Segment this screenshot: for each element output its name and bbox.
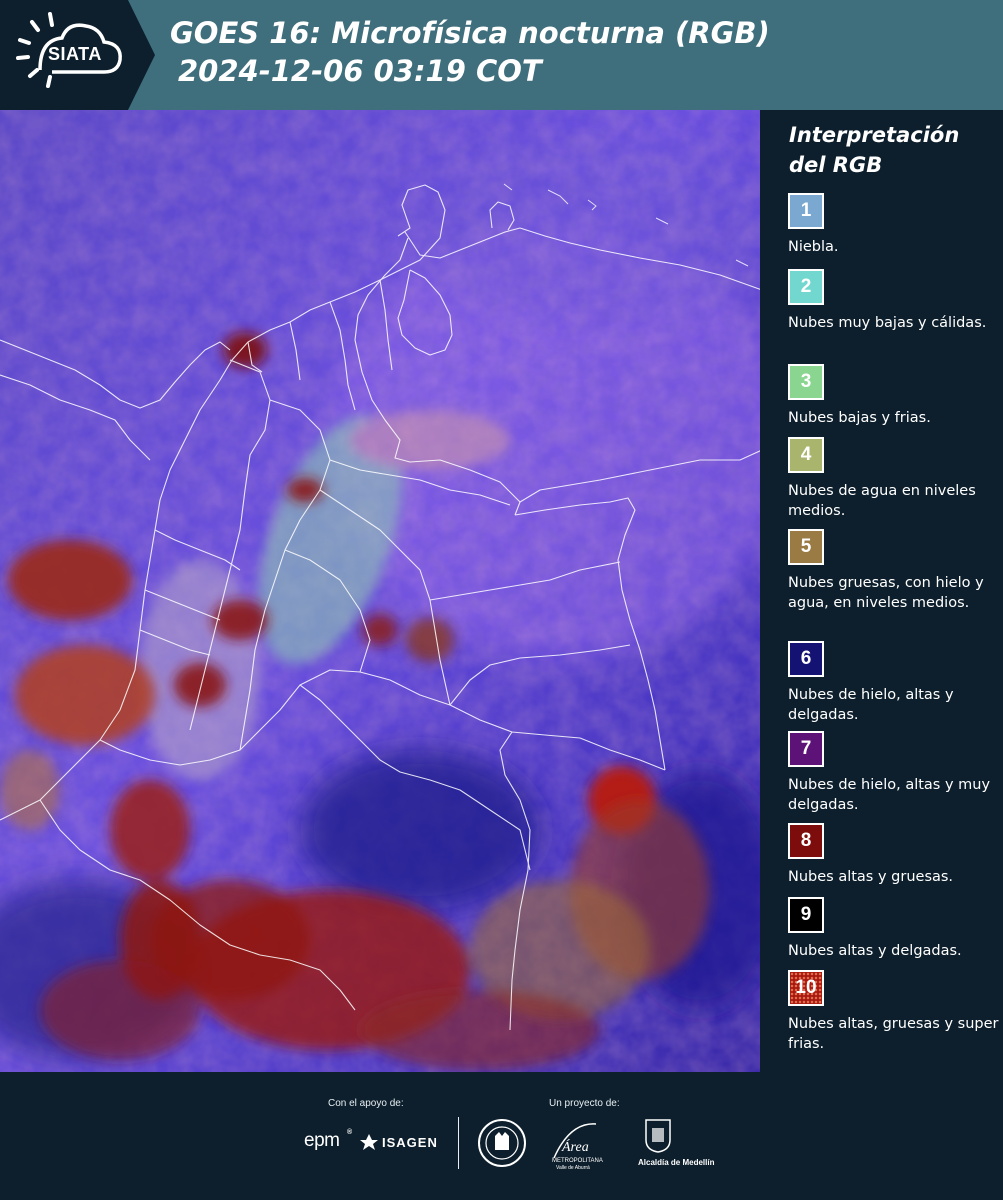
legend-item-3: 3 Nubes bajas y frias. [788,364,1000,428]
legend-swatch: 9 [788,897,824,933]
area-logo-text: Área [562,1140,589,1155]
legend-label: Niebla. [788,239,839,255]
legend-swatch: 7 [788,731,824,767]
footer: Con el apoyo de: Un proyecto de: epm ® I… [0,1072,1003,1200]
legend-item-7: 7 Nubes de hielo, altas y muy delgadas. [788,731,1000,815]
legend-item-10: 10 Nubes altas, gruesas y super frias. [788,970,1000,1054]
legend-item-5: 5 Nubes gruesas, con hielo y agua, en ni… [788,529,1000,613]
legend-label: Nubes altas y delgadas. [788,943,962,959]
legend-item-1: 1 Niebla. [788,193,1000,257]
title-product: GOES 16: Microfísica nocturna (RGB) [170,16,770,50]
legend-item-9: 9 Nubes altas y delgadas. [788,897,1000,961]
legend-label: Nubes altas y gruesas. [788,869,954,885]
legend-label: Nubes de hielo, altas y muy delgadas. [788,777,991,813]
alcaldia-text: Alcaldía de Medellín [638,1158,715,1167]
project-caption: Un proyecto de: [549,1098,620,1109]
area-logo-sub2: Valle de Aburrá [556,1165,590,1171]
legend-item-4: 4 Nubes de agua en niveles medios. [788,437,1000,521]
legend-swatch: 3 [788,364,824,400]
isagen-logo: ISAGEN [382,1135,438,1150]
university-seal-icon [478,1119,526,1167]
siata-logo: SIATA [0,0,155,110]
legend-title-line1: Interpretación [789,123,960,147]
epm-logo: epm [304,1130,340,1151]
legend-swatch: 5 [788,529,824,565]
legend-item-2: 2 Nubes muy bajas y cálidas. [788,269,1000,333]
footer-divider [458,1117,459,1169]
legend-title-line2: del RGB [789,153,883,177]
legend-swatch: 8 [788,823,824,859]
satellite-map[interactable] [0,110,762,1072]
legend-item-8: 8 Nubes altas y gruesas. [788,823,1000,887]
legend-item-6: 6 Nubes de hielo, altas y delgadas. [788,641,1000,725]
rgb-legend: Interpretación del RGB 1 Niebla. 2 Nubes… [776,110,1003,1072]
title-timestamp: 2024-12-06 03:19 COT [178,54,542,88]
legend-label: Nubes muy bajas y cálidas. [788,315,987,331]
isagen-icon [360,1134,378,1150]
legend-label: Nubes de agua en niveles medios. [788,483,976,519]
page-title: GOES 16: Microfísica nocturna (RGB) 2024… [170,14,770,90]
area-logo-sub1: METROPOLITANA [552,1158,603,1164]
legend-swatch: 10 [788,970,824,1006]
legend-swatch: 2 [788,269,824,305]
support-caption: Con el apoyo de: [328,1098,404,1109]
legend-label: Nubes gruesas, con hielo y agua, en nive… [788,575,984,611]
header-bar: SIATA GOES 16: Microfísica nocturna (RGB… [0,0,1003,110]
legend-label: Nubes bajas y frias. [788,410,931,426]
legend-swatch: 1 [788,193,824,229]
registered-mark: ® [347,1129,353,1136]
legend-label: Nubes altas, gruesas y super frias. [788,1016,999,1052]
legend-swatch: 4 [788,437,824,473]
medellin-coat-of-arms-icon [645,1119,671,1153]
legend-title: Interpretación del RGB [789,120,959,180]
siata-logo-text: SIATA [48,44,102,64]
legend-label: Nubes de hielo, altas y delgadas. [788,687,954,723]
legend-swatch: 6 [788,641,824,677]
